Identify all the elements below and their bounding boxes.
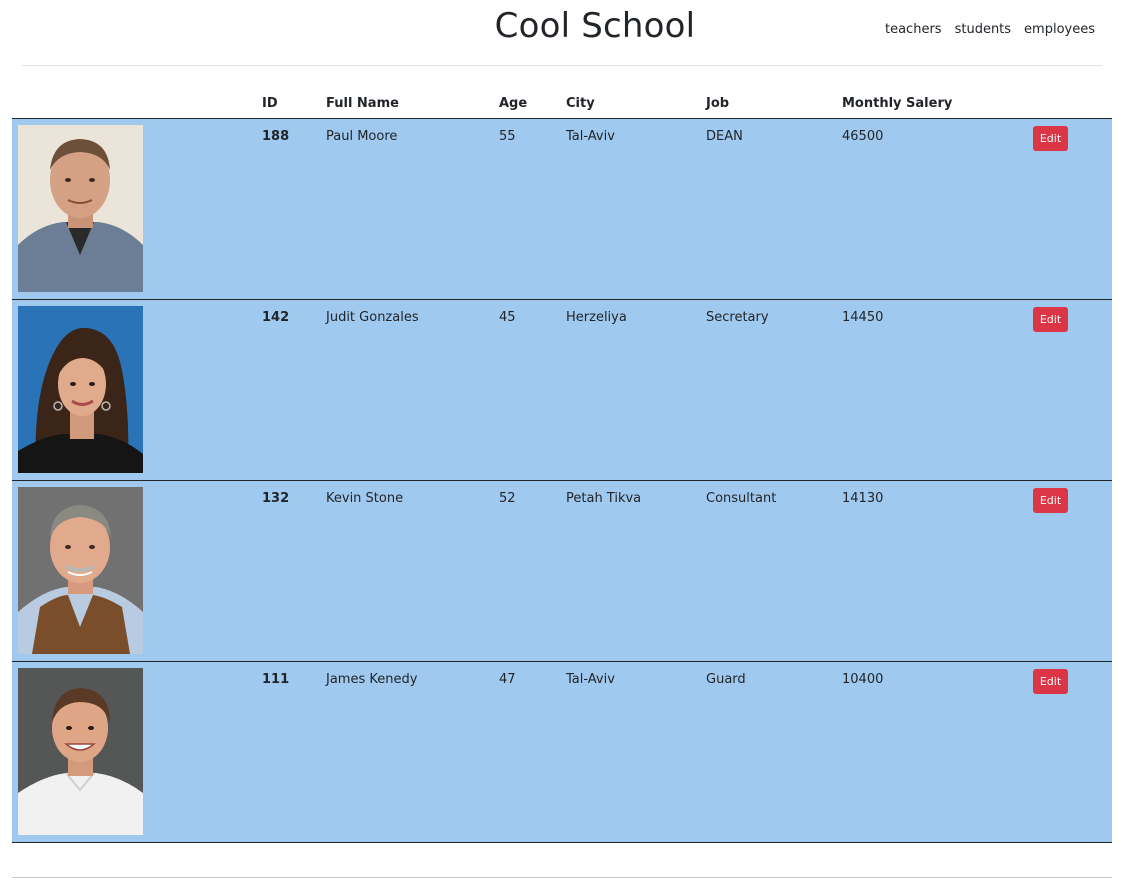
row-city: Tal-Aviv	[566, 672, 615, 687]
page-header: Cool School teachers students employees	[0, 0, 1135, 60]
employees-table: ID Full Name Age City Job Monthly Salery…	[12, 86, 1112, 843]
row-full-name: Kevin Stone	[326, 491, 404, 506]
row-full-name: Judit Gonzales	[326, 310, 419, 325]
column-header-job: Job	[706, 96, 730, 111]
row-age: 45	[499, 310, 516, 325]
row-job: Secretary	[706, 310, 769, 325]
table-row: 132 Kevin Stone 52 Petah Tikva Consultan…	[12, 481, 1112, 662]
row-monthly-salary: 10400	[842, 672, 884, 687]
header-divider	[22, 65, 1102, 66]
column-header-full-name: Full Name	[326, 96, 399, 111]
table-row: 188 Paul Moore 55 Tal-Aviv DEAN 46500 Ed…	[12, 119, 1112, 300]
woman-portrait-icon	[18, 306, 143, 473]
row-full-name: Paul Moore	[326, 129, 398, 144]
row-full-name: James Kenedy	[326, 672, 418, 687]
row-id: 111	[262, 672, 290, 687]
nav-link-students[interactable]: students	[955, 22, 1011, 37]
edit-button[interactable]: Edit	[1033, 307, 1068, 332]
table-row: 111 James Kenedy 47 Tal-Aviv Guard 10400…	[12, 662, 1112, 843]
row-job: Guard	[706, 672, 746, 687]
column-header-age: Age	[499, 96, 528, 111]
row-id: 142	[262, 310, 290, 325]
row-job: DEAN	[706, 129, 743, 144]
row-city: Petah Tikva	[566, 491, 642, 506]
row-monthly-salary: 46500	[842, 129, 884, 144]
row-monthly-salary: 14130	[842, 491, 884, 506]
table-row: 142 Judit Gonzales 45 Herzeliya Secretar…	[12, 300, 1112, 481]
nav-link-employees[interactable]: employees	[1024, 22, 1095, 37]
column-header-monthly-salary: Monthly Salery	[842, 96, 953, 111]
table-header: ID Full Name Age City Job Monthly Salery	[12, 86, 1112, 119]
row-monthly-salary: 14450	[842, 310, 884, 325]
row-city: Herzeliya	[566, 310, 627, 325]
column-header-id: ID	[262, 96, 278, 111]
row-id: 132	[262, 491, 290, 506]
nav-link-teachers[interactable]: teachers	[885, 22, 942, 37]
row-age: 47	[499, 672, 516, 687]
row-age: 55	[499, 129, 516, 144]
man-portrait-bald-icon	[18, 125, 143, 292]
top-nav: teachers students employees	[885, 22, 1095, 37]
edit-button[interactable]: Edit	[1033, 669, 1068, 694]
man-portrait-white-shirt-icon	[18, 668, 143, 835]
row-age: 52	[499, 491, 516, 506]
row-id: 188	[262, 129, 290, 144]
edit-button[interactable]: Edit	[1033, 488, 1068, 513]
row-city: Tal-Aviv	[566, 129, 615, 144]
edit-button[interactable]: Edit	[1033, 126, 1068, 151]
man-portrait-vest-icon	[18, 487, 143, 654]
row-job: Consultant	[706, 491, 777, 506]
column-header-city: City	[566, 96, 595, 111]
footer-divider	[12, 877, 1112, 878]
